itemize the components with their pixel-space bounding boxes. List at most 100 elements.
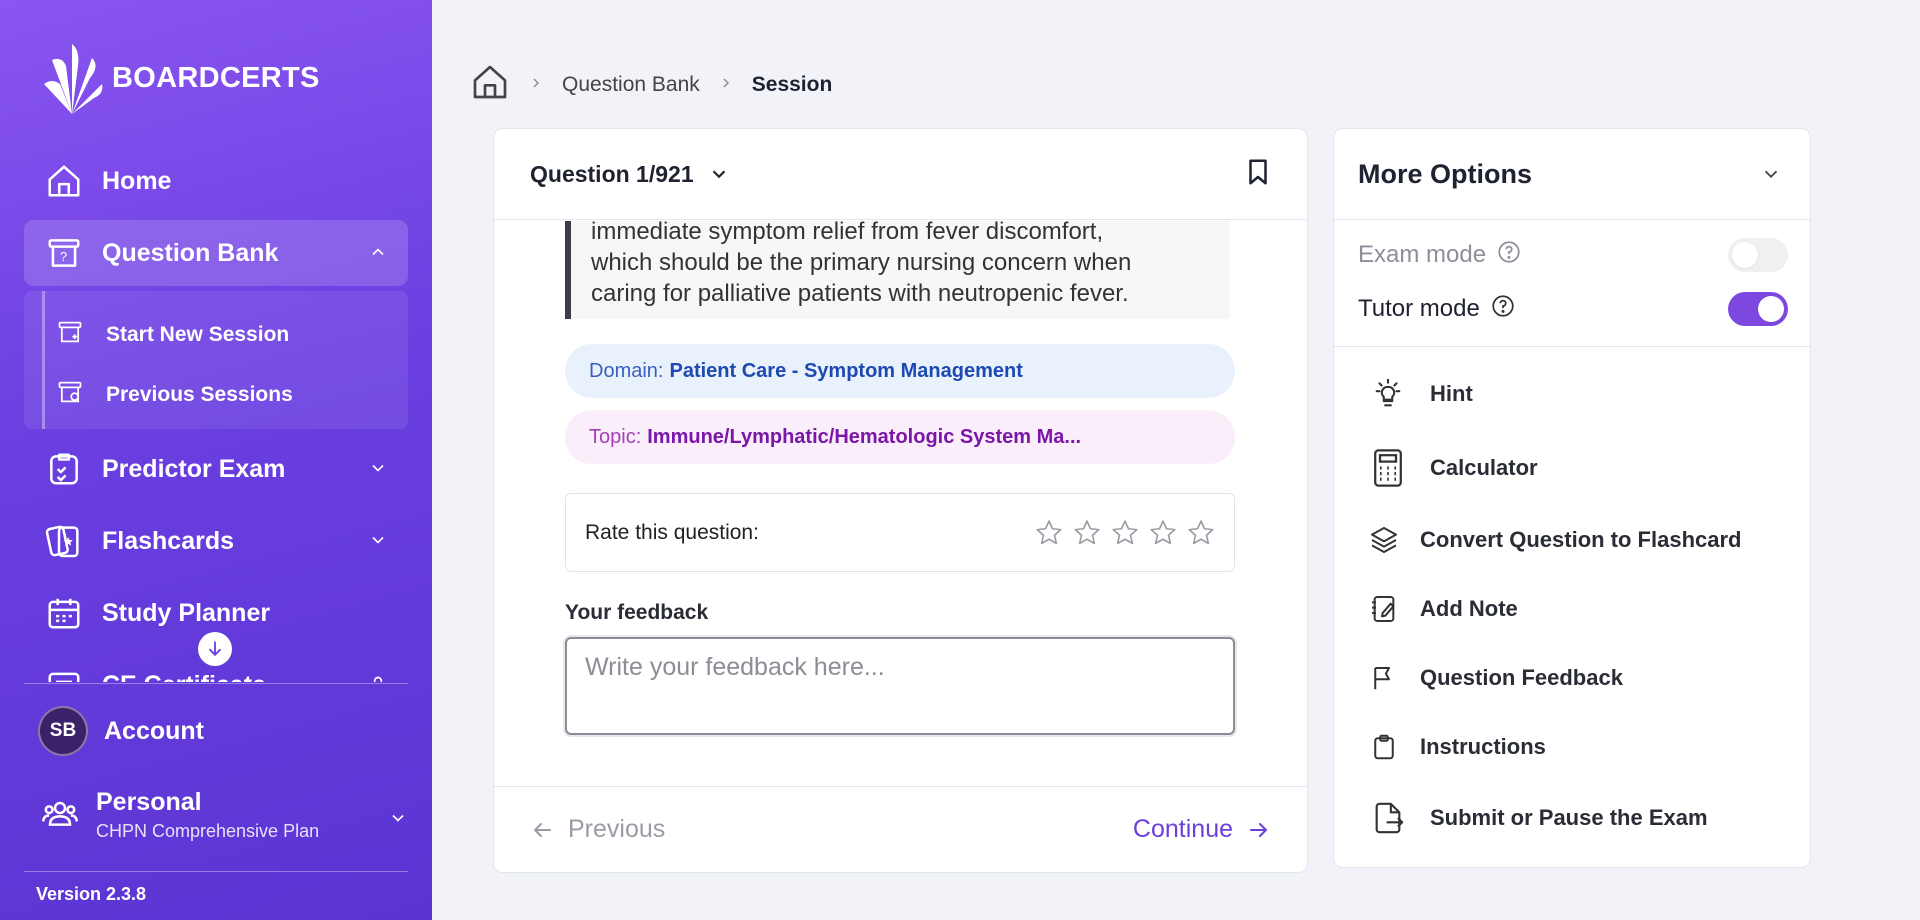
scroll-down-button[interactable] <box>198 632 232 666</box>
option-label: Add Note <box>1420 596 1518 621</box>
sidebar: BOARDCERTS Home ? Question Bank Start Ne… <box>0 0 432 920</box>
star-icon[interactable] <box>1034 518 1064 548</box>
domain-key: Domain: <box>589 359 664 382</box>
sidebar-item-flashcards[interactable]: Flashcards <box>24 508 408 574</box>
question-footer: Previous Continue <box>494 786 1307 872</box>
topic-key: Topic: <box>589 425 642 448</box>
arrow-left-icon <box>533 822 551 837</box>
sidebar-subitem-label: Start New Session <box>106 323 290 346</box>
plan-selector[interactable]: Personal CHPN Comprehensive Plan <box>40 788 408 842</box>
flashcards-icon <box>44 521 84 561</box>
star-icon[interactable] <box>1072 518 1102 548</box>
sidebar-item-predictor-exam[interactable]: Predictor Exam <box>24 436 408 502</box>
more-options-panel: More Options Exam mode Tutor mode Hint C… <box>1333 128 1811 868</box>
chevron-right-icon <box>528 75 544 96</box>
tutor-mode-label: Tutor mode <box>1358 295 1480 322</box>
lock-icon <box>368 674 388 682</box>
options-divider <box>1334 346 1810 347</box>
help-icon[interactable] <box>1490 293 1516 326</box>
star-icon[interactable] <box>1148 518 1178 548</box>
chevron-down-icon <box>368 458 388 483</box>
exam-mode-label: Exam mode <box>1358 241 1487 268</box>
calculator-icon <box>1370 447 1406 489</box>
sidebar-item-label: Home <box>102 166 172 195</box>
previous-button[interactable]: Previous <box>530 815 665 844</box>
clipboard-icon <box>1366 726 1402 768</box>
option-label: Hint <box>1430 381 1473 406</box>
continue-button[interactable]: Continue <box>1133 815 1271 844</box>
option-calculator[interactable]: Calculator <box>1370 447 1538 489</box>
account-label: Account <box>104 716 204 745</box>
question-header: Question 1/921 <box>494 129 1307 220</box>
option-convert-to-flashcard[interactable]: Convert Question to Flashcard <box>1366 519 1742 561</box>
home-icon[interactable] <box>470 62 510 108</box>
question-body: immediate symptom relief from fever disc… <box>494 221 1307 872</box>
breadcrumb: Question Bank Session <box>470 62 832 108</box>
avatar: SB <box>38 706 88 756</box>
topic-value: Immune/Lymphatic/Hematologic System Ma..… <box>647 425 1082 448</box>
exam-mode-row: Exam mode <box>1358 238 1788 272</box>
question-selector[interactable]: Question 1/921 <box>530 161 730 188</box>
plan-title: Personal <box>96 788 202 816</box>
option-instructions[interactable]: Instructions <box>1366 726 1546 768</box>
sidebar-item-question-bank[interactable]: ? Question Bank <box>24 220 408 286</box>
chevron-down-icon <box>388 808 408 833</box>
plan-subtitle: CHPN Comprehensive Plan <box>96 821 320 841</box>
sidebar-item-label: Study Planner <box>102 598 271 627</box>
option-add-note[interactable]: Add Note <box>1366 588 1518 630</box>
domain-value: Patient Care - Symptom Management <box>669 359 1023 382</box>
domain-chip: Domain: Patient Care - Symptom Managemen… <box>565 344 1235 398</box>
tutor-mode-toggle[interactable] <box>1728 292 1788 326</box>
layers-icon <box>1366 519 1402 561</box>
option-label: Calculator <box>1430 455 1538 480</box>
brand-name: BOARDCERTS <box>112 61 320 94</box>
explanation-line: caring for palliative patients with neut… <box>591 280 1129 307</box>
topic-chip: Topic: Immune/Lymphatic/Hematologic Syst… <box>565 410 1235 464</box>
option-label: Instructions <box>1420 734 1546 759</box>
feedback-label: Your feedback <box>565 601 709 624</box>
chevron-down-icon <box>712 170 725 179</box>
star-icon[interactable] <box>1110 518 1140 548</box>
bookmark-icon[interactable] <box>1243 155 1273 194</box>
continue-label: Continue <box>1132 815 1233 843</box>
sidebar-item-label: Flashcards <box>102 526 235 555</box>
feedback-input[interactable] <box>565 637 1235 735</box>
version-label: Version 2.3.8 <box>36 884 147 904</box>
brand-logo[interactable]: BOARDCERTS <box>38 40 320 116</box>
new-session-icon <box>56 318 84 352</box>
option-label: Convert Question to Flashcard <box>1420 527 1742 552</box>
explanation-block: immediate symptom relief from fever disc… <box>565 221 1230 319</box>
star-icon[interactable] <box>1186 518 1216 548</box>
arrow-down-icon <box>209 641 221 657</box>
sidebar-subitem-start-new-session[interactable]: Start New Session <box>56 318 289 352</box>
more-options-header[interactable]: More Options <box>1334 129 1810 220</box>
sidebar-item-label: CE Certificate <box>102 671 266 683</box>
clipboard-check-icon <box>44 449 84 489</box>
exam-mode-toggle[interactable] <box>1728 238 1788 272</box>
option-question-feedback[interactable]: Question Feedback <box>1366 657 1623 699</box>
option-submit-or-pause[interactable]: Submit or Pause the Exam <box>1370 797 1708 839</box>
account-menu[interactable]: SB Account <box>38 706 204 756</box>
breadcrumb-question-bank[interactable]: Question Bank <box>562 73 700 97</box>
sidebar-item-home[interactable]: Home <box>24 148 408 214</box>
previous-sessions-icon <box>56 378 84 412</box>
sidebar-item-label: Question Bank <box>102 238 279 267</box>
arrow-right-icon <box>1250 822 1268 837</box>
users-icon <box>40 793 80 838</box>
flag-icon <box>1366 657 1402 699</box>
chevron-up-icon <box>368 242 388 267</box>
svg-text:?: ? <box>60 250 67 264</box>
question-counter: Question 1/921 <box>530 160 694 187</box>
lightbulb-icon <box>1370 373 1406 415</box>
sidebar-subitem-previous-sessions[interactable]: Previous Sessions <box>56 378 293 412</box>
chevron-down-icon <box>368 530 388 555</box>
note-icon <box>1366 588 1402 630</box>
chevron-down-icon <box>1764 170 1778 179</box>
option-label: Submit or Pause the Exam <box>1430 805 1708 830</box>
certificate-icon <box>44 665 84 682</box>
help-icon[interactable] <box>1496 239 1522 272</box>
question-box-icon: ? <box>44 233 84 273</box>
previous-label: Previous <box>568 815 666 843</box>
rating-label: Rate this question: <box>585 520 759 544</box>
option-hint[interactable]: Hint <box>1370 373 1473 415</box>
